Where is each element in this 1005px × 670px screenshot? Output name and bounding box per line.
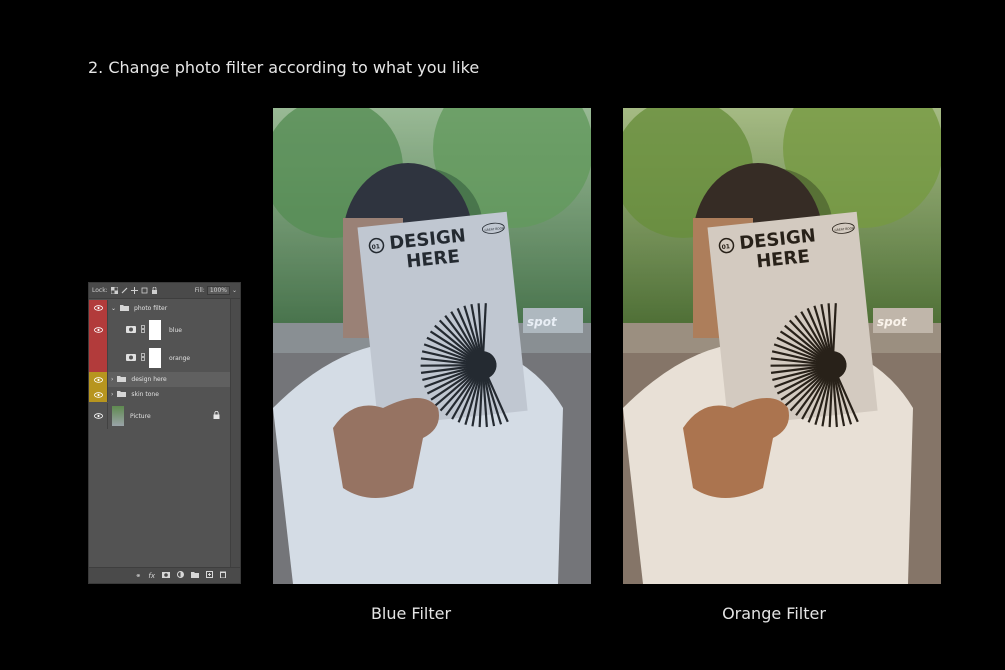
caption-orange-filter: Orange Filter: [722, 604, 826, 623]
fill-control[interactable]: Fill: 100% ⌄: [195, 286, 240, 295]
layer-row-design-here[interactable]: › design here: [89, 372, 230, 387]
fill-value[interactable]: 100%: [206, 286, 230, 295]
visibility-eye-icon[interactable]: [89, 300, 107, 316]
mask-link-icon: [141, 353, 145, 363]
visibility-eye-icon[interactable]: [89, 372, 107, 387]
folder-icon: [120, 304, 130, 313]
mask-link-icon: [141, 325, 145, 335]
lock-artboard-icon[interactable]: [141, 287, 148, 294]
blue-filter-photo: spot 01 DESIGN HERE GREAT BOOK: [273, 108, 591, 584]
new-group-icon[interactable]: [191, 571, 199, 580]
layer-row-photo-filter[interactable]: ⌄ photo filter: [89, 300, 230, 316]
lock-transparent-pixels-icon[interactable]: [110, 286, 119, 295]
visibility-toggle-empty[interactable]: [89, 344, 107, 372]
orange-filter-photo: spot 01 DESIGN HERE GREAT BOOK: [623, 108, 941, 584]
chevron-down-icon[interactable]: ⌄: [111, 305, 116, 312]
visibility-eye-icon[interactable]: [89, 403, 107, 429]
layers-footer: ⚭ fx: [89, 567, 240, 583]
layer-name: design here: [131, 376, 167, 383]
lock-all-icon[interactable]: [151, 286, 158, 294]
layer-name: orange: [169, 354, 191, 362]
add-mask-icon[interactable]: [162, 571, 170, 580]
page-heading: 2. Change photo filter according to what…: [88, 58, 480, 77]
filter-overlay: [273, 108, 591, 584]
fx-icon[interactable]: fx: [148, 572, 155, 580]
fill-label: Fill:: [194, 287, 205, 294]
trash-icon[interactable]: [220, 571, 226, 580]
caption-blue-filter: Blue Filter: [370, 604, 452, 623]
lock-label: Lock:: [92, 287, 108, 294]
visibility-eye-icon[interactable]: [89, 316, 107, 344]
adjustment-layer-icon[interactable]: [177, 571, 184, 580]
lock-position-icon[interactable]: [130, 287, 138, 294]
layer-row-skin-tone[interactable]: › skin tone: [89, 387, 230, 402]
photo-filter-adjustment-icon: [126, 325, 136, 335]
layer-row-orange[interactable]: orange: [89, 344, 230, 372]
lock-bar: Lock: Fill: 100% ⌄: [89, 283, 240, 299]
lock-image-pixels-icon[interactable]: [121, 287, 128, 294]
layer-mask-thumbnail[interactable]: [149, 348, 161, 368]
layer-image-thumbnail[interactable]: [112, 406, 124, 426]
chevron-down-icon[interactable]: ⌄: [232, 287, 237, 294]
layer-name: blue: [169, 326, 182, 334]
link-layers-icon[interactable]: ⚭: [136, 572, 142, 580]
photo-filter-adjustment-icon: [126, 353, 136, 363]
chevron-right-icon[interactable]: ›: [111, 391, 113, 398]
folder-icon: [117, 390, 127, 399]
layer-mask-thumbnail[interactable]: [149, 320, 161, 340]
lock-icon: [213, 410, 220, 421]
layer-row-picture[interactable]: Picture: [89, 403, 230, 429]
layer-row-blue[interactable]: blue: [89, 316, 230, 344]
layer-name: skin tone: [131, 391, 159, 398]
visibility-eye-icon[interactable]: [89, 387, 107, 402]
chevron-right-icon[interactable]: ›: [111, 376, 113, 383]
layers-panel: Lock: Fill: 100% ⌄ ⌄ photo filter blue o…: [88, 282, 241, 584]
layer-name: photo filter: [134, 304, 168, 312]
folder-icon: [117, 375, 127, 384]
new-layer-icon[interactable]: [206, 571, 213, 580]
layer-name: Picture: [130, 412, 151, 420]
filter-overlay: [623, 108, 941, 584]
scrollbar[interactable]: [230, 299, 240, 567]
